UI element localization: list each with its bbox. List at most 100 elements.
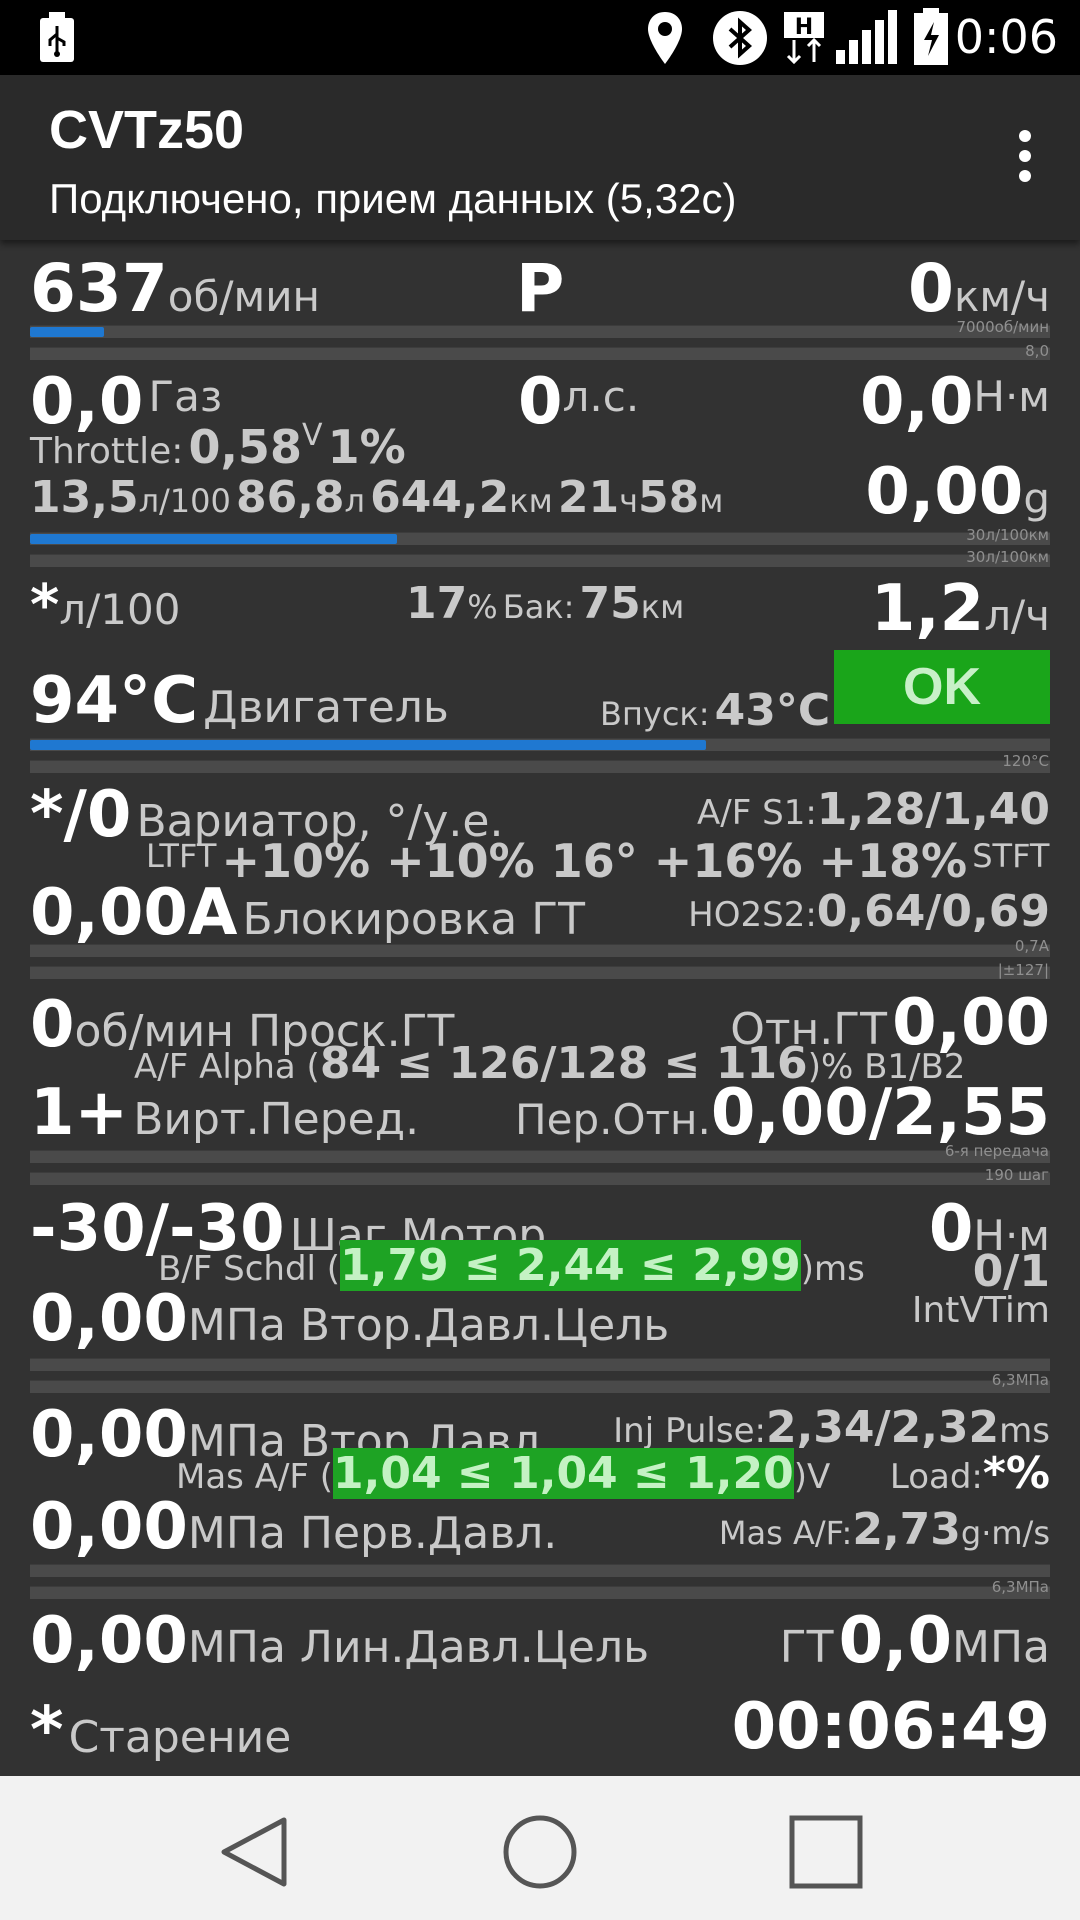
step-torque-value: 0 bbox=[928, 1192, 974, 1266]
signal-icon bbox=[836, 10, 897, 64]
throttle-readout: Throttle: 0,58V 1% bbox=[30, 418, 406, 474]
ho2s2-label: HO2S2: bbox=[688, 895, 817, 935]
fuel-used-value: 86,8 bbox=[235, 472, 345, 523]
engine-temp-bar-fill bbox=[30, 740, 707, 750]
secondary-bar bbox=[30, 347, 1050, 360]
line-pressure-target-readout: 0,00МПа Лин.Давл.Цель bbox=[30, 1604, 649, 1678]
secondary-target-value: 0,00 bbox=[30, 1282, 188, 1356]
consumption-scale-b: 30л/100км bbox=[966, 548, 1049, 566]
virtual-gear-value: 1+ bbox=[30, 1076, 129, 1150]
speed-value: 0 bbox=[908, 250, 954, 327]
gear-ratio-readout: Пер.Отн.0,00/2,55 bbox=[515, 1076, 1050, 1150]
lockup-label: Блокировка ГТ bbox=[242, 894, 585, 945]
lockup-bar-2 bbox=[30, 966, 1050, 979]
instant-consumption: *л/100 bbox=[30, 573, 180, 638]
ho2s2-value: 0,64/0,69 bbox=[816, 886, 1050, 937]
status-bar: H 0:06 bbox=[0, 0, 1080, 75]
grams-readout: 0,00g bbox=[865, 455, 1050, 529]
grams-value: 0,00 bbox=[865, 455, 1024, 529]
tc-pressure-readout: ГТ 0,0МПа bbox=[780, 1604, 1050, 1678]
distance-value: 644,2 bbox=[370, 472, 510, 523]
consumption-bar-2 bbox=[30, 554, 1050, 567]
back-icon[interactable] bbox=[216, 1814, 292, 1890]
app-title: CVTz50 bbox=[49, 100, 245, 160]
connection-status: Подключено, прием данных (5,32с) bbox=[49, 175, 737, 222]
aging-value: * bbox=[30, 1694, 64, 1768]
tc-pressure-value: 0,0 bbox=[838, 1604, 952, 1678]
engine-temp-bar bbox=[30, 738, 1050, 751]
torque-unit: Н·м bbox=[973, 372, 1050, 421]
home-icon[interactable] bbox=[500, 1812, 580, 1892]
minutes-value: 58 bbox=[637, 472, 700, 523]
secondary-target-readout: 0,00МПа Втор.Давл.Цель bbox=[30, 1282, 669, 1356]
tank-percent-unit: % bbox=[467, 588, 498, 626]
intake-temp-value: 43°C bbox=[714, 685, 831, 736]
cvt-value: */0 bbox=[30, 778, 132, 852]
line-pressure-target-label: МПа Лин.Давл.Цель bbox=[187, 1622, 650, 1673]
gear-scale-a: 6-я передача bbox=[944, 1142, 1049, 1160]
throttle-label: Throttle: bbox=[30, 431, 184, 472]
svg-text:H: H bbox=[795, 15, 813, 40]
speed-readout: 0км/ч bbox=[908, 250, 1050, 327]
maf-voltage-suffix: )V bbox=[793, 1457, 831, 1497]
pressure-bar-2 bbox=[30, 1380, 1050, 1393]
intake-temp-readout: Впуск: 43°C bbox=[600, 685, 830, 736]
navigation-bar bbox=[0, 1776, 1080, 1920]
primary-pressure-readout: 0,00МПа Перв.Давл. bbox=[30, 1490, 557, 1564]
lockup-readout: 0,00A Блокировка ГТ bbox=[30, 876, 585, 950]
fuel-rate-unit: л/ч bbox=[984, 591, 1050, 640]
rpm-bar-fill bbox=[30, 327, 105, 337]
mas-af-readout: Mas A/F:2,73g·m/s bbox=[719, 1504, 1050, 1555]
speed-unit: км/ч bbox=[953, 272, 1050, 321]
engine-temp-readout: 94°C Двигатель bbox=[30, 664, 449, 738]
line-pressure-target-value: 0,00 bbox=[30, 1604, 188, 1678]
range-unit: км bbox=[640, 588, 685, 626]
gas-label: Газ bbox=[148, 372, 223, 421]
hp-unit: л.с. bbox=[562, 372, 640, 421]
recents-icon[interactable] bbox=[788, 1814, 864, 1890]
consumption-unit: л/100 bbox=[138, 482, 231, 520]
fuel-used-unit: л bbox=[344, 482, 365, 520]
af-s1-readout: A/F S1:1,28/1,40 bbox=[697, 784, 1050, 835]
tank-label: Бак: bbox=[502, 588, 575, 626]
intake-temp-label: Впуск: bbox=[600, 695, 710, 733]
mas-af-value: 2,73 bbox=[852, 1504, 961, 1555]
tc-pressure-unit: МПа bbox=[951, 1622, 1050, 1673]
hours-unit: ч bbox=[619, 482, 638, 520]
instant-consumption-unit: л/100 bbox=[59, 585, 181, 634]
gear-selector: P bbox=[516, 250, 565, 327]
ok-status-badge: OK bbox=[834, 650, 1050, 724]
pressure-bar-4 bbox=[30, 1586, 1050, 1599]
secondary-pressure-value: 0,00 bbox=[30, 1398, 188, 1472]
virtual-gear-label: Вирт.Перед. bbox=[133, 1094, 420, 1145]
ho2s2-readout: HO2S2:0,64/0,69 bbox=[688, 886, 1050, 937]
inj-pulse-label: Inj Pulse: bbox=[613, 1411, 766, 1451]
fuel-rate-value: 1,2 bbox=[870, 572, 985, 646]
session-timer: 00:06:49 bbox=[731, 1690, 1050, 1764]
ltft-label: LTFT bbox=[146, 837, 217, 875]
instant-consumption-value: * bbox=[30, 573, 60, 638]
gear-ratio-value: 0,00/2,55 bbox=[710, 1076, 1050, 1150]
gear-scale-b: 190 шаг bbox=[984, 1166, 1049, 1184]
hours-value: 21 bbox=[557, 472, 620, 523]
rpm-unit: об/мин bbox=[167, 272, 320, 321]
rpm-readout: 637об/мин bbox=[30, 250, 320, 327]
tc-pressure-label: ГТ bbox=[779, 1622, 834, 1673]
stft-label: STFT bbox=[972, 837, 1050, 875]
app-bar: CVTz50 Подключено, прием данных (5,32с) bbox=[0, 75, 1080, 240]
intvtim-label: IntVTim bbox=[911, 1290, 1050, 1331]
rpm-bar bbox=[30, 325, 1050, 338]
minutes-unit: м bbox=[699, 482, 724, 520]
mobile-data-h-icon: H bbox=[784, 12, 824, 64]
inj-pulse-readout: Inj Pulse:2,34/2,32ms bbox=[613, 1402, 1050, 1453]
consumption-scale-a: 30л/100км bbox=[966, 526, 1049, 544]
engine-temp-bar-2 bbox=[30, 760, 1050, 773]
scale-label-b: 8,0 bbox=[1025, 342, 1049, 360]
engine-temp-value: 94°C bbox=[30, 664, 199, 738]
rpm-scale-label: 7000об/мин bbox=[956, 318, 1049, 336]
torque-value: 0,0 bbox=[860, 365, 974, 439]
secondary-target-label: МПа Втор.Давл.Цель bbox=[187, 1300, 670, 1351]
primary-pressure-label: МПа Перв.Давл. bbox=[187, 1508, 558, 1559]
overflow-menu-icon[interactable] bbox=[1010, 130, 1040, 190]
pressure-scale-2: 6,3МПа bbox=[991, 1578, 1049, 1596]
